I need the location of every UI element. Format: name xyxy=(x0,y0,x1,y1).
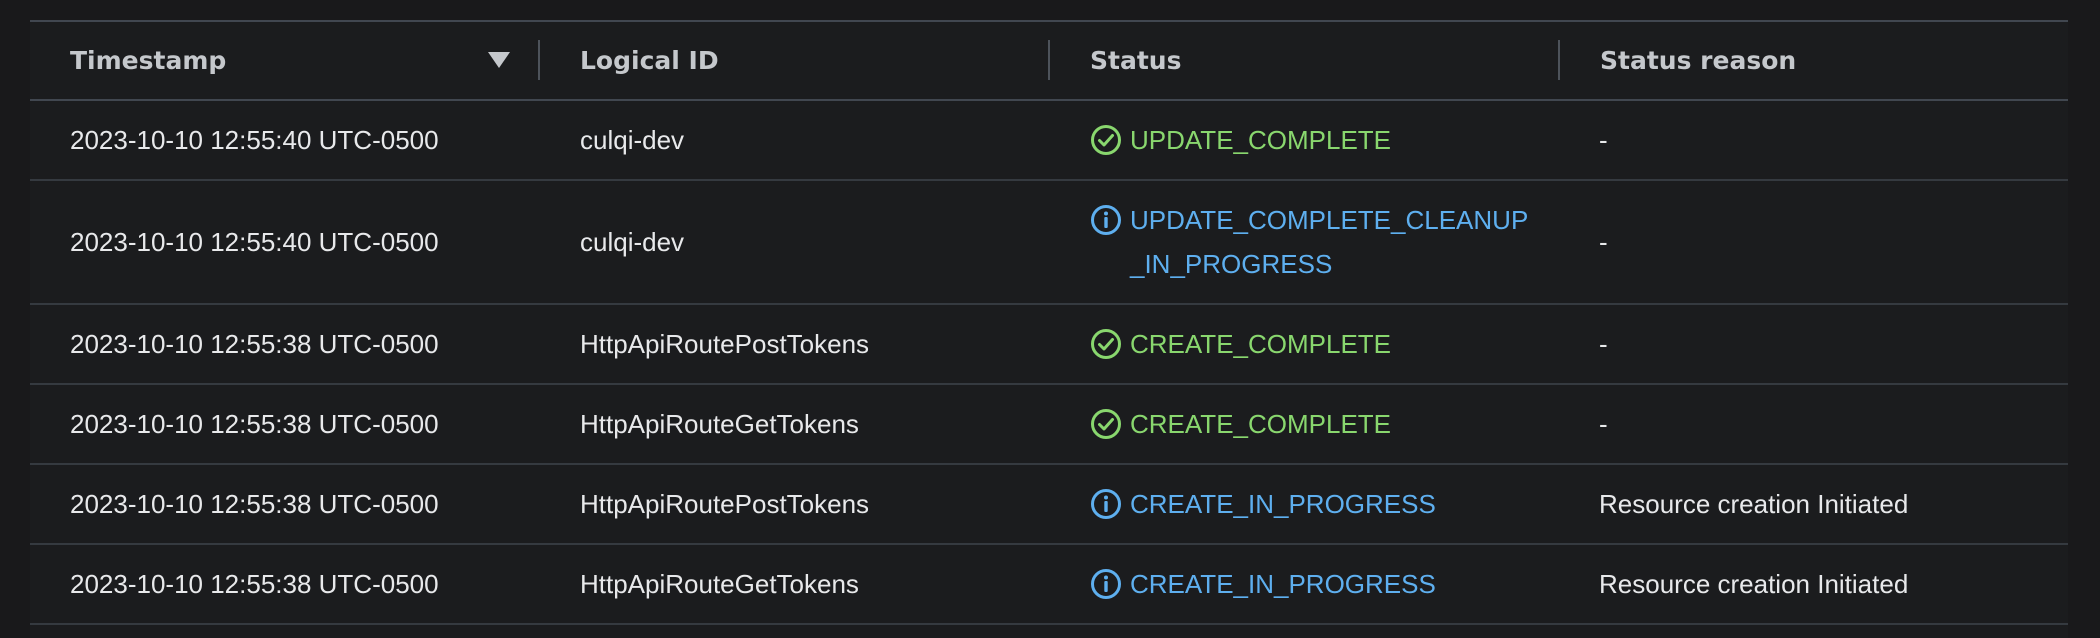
table-row[interactable]: 2023-10-10 12:55:38 UTC-0500 HttpApiRout… xyxy=(30,305,2068,385)
logical-id-cell: HttpApiRoutePostTokens xyxy=(580,328,870,359)
timestamp-cell: 2023-10-10 12:55:38 UTC-0500 xyxy=(70,408,439,439)
table-row[interactable]: 2023-10-10 12:55:40 UTC-0500 culqi-dev U… xyxy=(30,101,2068,181)
status-cell: CREATE_COMPLETE xyxy=(1090,385,1540,463)
column-resize-handle-logical-id[interactable] xyxy=(1048,40,1050,80)
check-circle-icon xyxy=(1091,409,1121,439)
status-cell: CREATE_IN_PROGRESS xyxy=(1090,545,1540,623)
timestamp-cell: 2023-10-10 12:55:40 UTC-0500 xyxy=(70,226,439,257)
status-reason-cell: - xyxy=(1599,226,1608,257)
events-table: Timestamp Logical ID Status Status reaso… xyxy=(30,22,2068,625)
timestamp-cell: 2023-10-10 12:55:38 UTC-0500 xyxy=(70,328,439,359)
table-row[interactable]: 2023-10-10 12:55:38 UTC-0500 HttpApiRout… xyxy=(30,465,2068,545)
sort-descending-icon[interactable] xyxy=(488,52,510,68)
status-reason-cell: - xyxy=(1599,408,1608,439)
table-row[interactable]: 2023-10-10 12:55:40 UTC-0500 culqi-dev U… xyxy=(30,181,2068,305)
status-text: CREATE_COMPLETE xyxy=(1130,409,1392,439)
status-text: CREATE_IN_PROGRESS xyxy=(1130,489,1436,519)
column-header-status[interactable]: Status xyxy=(1090,22,1560,99)
logical-id-cell: HttpApiRouteGetTokens xyxy=(580,568,859,599)
status-text: CREATE_IN_PROGRESS xyxy=(1130,569,1436,599)
table-header: Timestamp Logical ID Status Status reaso… xyxy=(30,22,2068,101)
logical-id-cell: HttpApiRouteGetTokens xyxy=(580,408,859,439)
status-cell: UPDATE_COMPLETE xyxy=(1090,101,1540,179)
timestamp-cell: 2023-10-10 12:55:38 UTC-0500 xyxy=(70,488,439,519)
status-text: UPDATE_COMPLETE_CLEANUP_IN_PROGRESS xyxy=(1130,205,1529,279)
check-circle-icon xyxy=(1091,329,1121,359)
column-resize-handle-timestamp[interactable] xyxy=(538,40,540,80)
column-header-timestamp[interactable]: Timestamp xyxy=(70,22,540,99)
status-reason-cell: Resource creation Initiated xyxy=(1599,568,1909,599)
info-circle-icon xyxy=(1091,569,1121,599)
column-header-logical-id[interactable]: Logical ID xyxy=(580,22,1050,99)
logical-id-cell: HttpApiRoutePostTokens xyxy=(580,488,870,519)
status-reason-cell: - xyxy=(1599,124,1608,155)
stack-events-panel: Timestamp Logical ID Status Status reaso… xyxy=(30,20,2068,638)
status-text: UPDATE_COMPLETE xyxy=(1130,125,1392,155)
column-header-status-label: Status xyxy=(1090,46,1182,75)
info-circle-icon xyxy=(1091,205,1121,235)
timestamp-cell: 2023-10-10 12:55:40 UTC-0500 xyxy=(70,124,439,155)
table-row[interactable]: 2023-10-10 12:55:38 UTC-0500 HttpApiRout… xyxy=(30,385,2068,465)
column-header-status-reason-label: Status reason xyxy=(1600,46,1797,75)
column-resize-handle-status[interactable] xyxy=(1558,40,1560,80)
column-header-timestamp-label: Timestamp xyxy=(70,46,227,75)
timestamp-cell: 2023-10-10 12:55:38 UTC-0500 xyxy=(70,568,439,599)
column-header-logical-id-label: Logical ID xyxy=(580,46,719,75)
table-row[interactable]: 2023-10-10 12:55:38 UTC-0500 HttpApiRout… xyxy=(30,545,2068,625)
status-cell: CREATE_IN_PROGRESS xyxy=(1090,465,1540,543)
logical-id-cell: culqi-dev xyxy=(580,226,685,257)
status-reason-cell: Resource creation Initiated xyxy=(1599,488,1909,519)
logical-id-cell: culqi-dev xyxy=(580,124,685,155)
column-header-status-reason[interactable]: Status reason xyxy=(1600,22,2050,99)
status-text: CREATE_COMPLETE xyxy=(1130,329,1392,359)
status-cell: CREATE_COMPLETE xyxy=(1090,305,1540,383)
status-cell: UPDATE_COMPLETE_CLEANUP_IN_PROGRESS xyxy=(1090,181,1540,303)
status-reason-cell: - xyxy=(1599,328,1608,359)
check-circle-icon xyxy=(1091,125,1121,155)
info-circle-icon xyxy=(1091,489,1121,519)
top-strip xyxy=(0,0,2100,20)
